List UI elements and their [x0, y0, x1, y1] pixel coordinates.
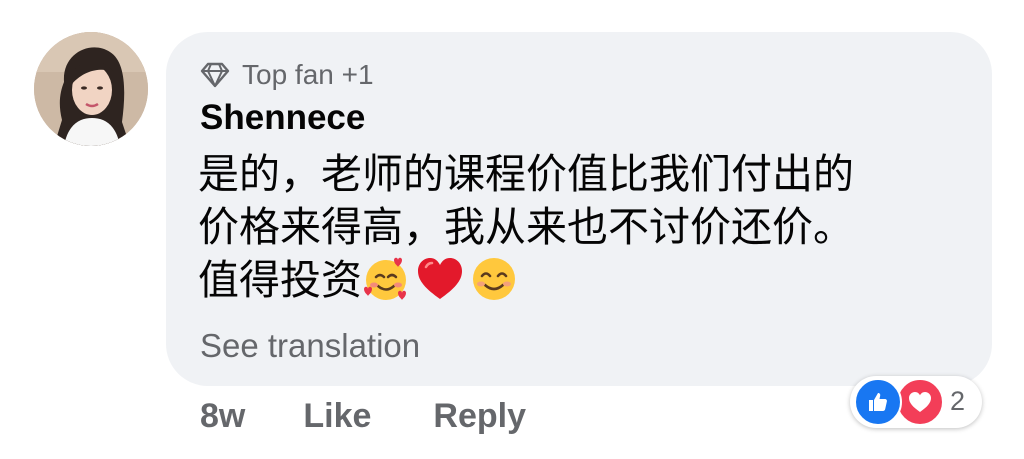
red-heart-emoji-icon [418, 258, 462, 299]
comment-container: Top fan +1 Shennece 是的，老师的课程价值比我们付出的 价格来… [0, 0, 1024, 459]
timestamp[interactable]: 8w [200, 397, 245, 436]
smiling-face-with-smiling-eyes-emoji-icon [473, 258, 515, 300]
reply-button[interactable]: Reply [433, 397, 526, 436]
diamond-icon [200, 62, 230, 88]
comment-text: 是的，老师的课程价值比我们付出的 价格来得高，我从来也不讨价还价。 值得投资 [198, 148, 958, 307]
author-name[interactable]: Shennece [200, 98, 365, 138]
comment-line: 值得投资 [198, 256, 362, 304]
badge-label: Top fan +1 [242, 59, 374, 90]
avatar[interactable] [34, 32, 148, 146]
comment-line: 价格来得高，我从来也不讨价还价。 [198, 203, 854, 251]
like-reaction-icon [854, 378, 902, 426]
top-fan-badge[interactable]: Top fan +1 [200, 58, 374, 92]
smiling-face-with-hearts-emoji-icon [364, 257, 406, 300]
avatar-photo [34, 32, 148, 146]
reaction-count: 2 [950, 386, 966, 416]
love-reaction-icon [896, 378, 944, 426]
comment-actions: 8w Like Reply [200, 394, 526, 438]
comment-line: 是的，老师的课程价值比我们付出的 [198, 150, 854, 198]
reactions-summary[interactable]: 2 [850, 376, 982, 428]
comment-line-with-emojis: 值得投资 [198, 254, 958, 307]
like-button[interactable]: Like [303, 397, 371, 436]
see-translation-link[interactable]: See translation [200, 327, 420, 365]
